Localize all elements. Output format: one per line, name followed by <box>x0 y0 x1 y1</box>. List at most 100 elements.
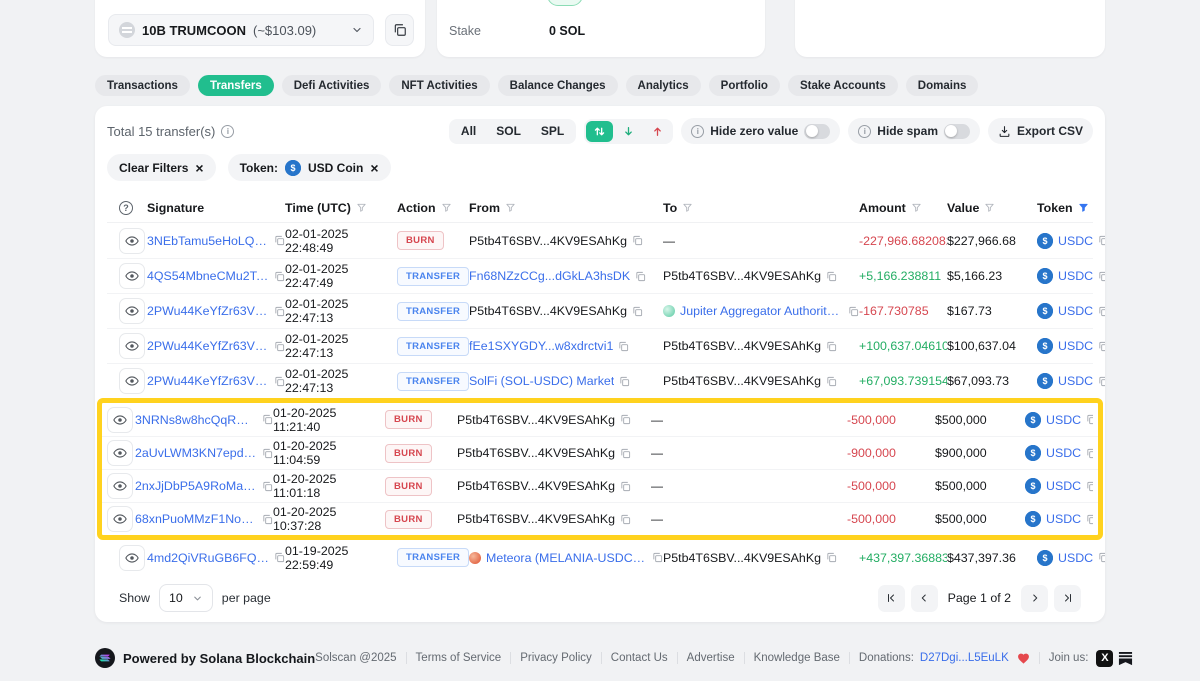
preview-button[interactable] <box>119 298 145 324</box>
copy-token-button[interactable] <box>385 14 414 46</box>
copy-icon[interactable] <box>620 481 631 492</box>
preview-button[interactable] <box>119 368 145 394</box>
copy-icon[interactable] <box>274 552 285 563</box>
to-address[interactable]: P5tb4T6SBV...4KV9ESAhKg <box>663 339 821 353</box>
copy-icon[interactable] <box>274 271 285 282</box>
substack-icon[interactable] <box>1118 651 1133 666</box>
copy-icon[interactable] <box>262 414 273 425</box>
copy-icon[interactable] <box>1086 448 1093 459</box>
filter-funnel-icon[interactable] <box>984 202 995 213</box>
token-filter-chip[interactable]: Token: $ USD Coin × <box>227 154 391 181</box>
tab-balance-changes[interactable]: Balance Changes <box>497 75 618 96</box>
tab-nft-activities[interactable]: NFT Activities <box>389 75 490 96</box>
footer-link-terms-of-service[interactable]: Terms of Service <box>416 652 502 664</box>
donations-address-link[interactable]: D27Dgi...L5EuLK <box>920 652 1009 664</box>
copy-icon[interactable] <box>620 414 631 425</box>
hide-zero-value-toggle[interactable]: i Hide zero value <box>681 118 841 144</box>
preview-button[interactable] <box>119 333 145 359</box>
to-address[interactable]: Jupiter Aggregator Authority 11 <box>680 304 843 318</box>
question-circle-icon[interactable]: ? <box>119 200 133 215</box>
from-address[interactable]: P5tb4T6SBV...4KV9ESAhKg <box>469 304 627 318</box>
copy-icon[interactable] <box>262 481 273 492</box>
column-header-time-utc[interactable]: Time (UTC) <box>285 201 397 215</box>
tab-transactions[interactable]: Transactions <box>95 75 190 96</box>
token-link[interactable]: USDC <box>1058 269 1093 283</box>
from-address[interactable]: P5tb4T6SBV...4KV9ESAhKg <box>457 512 615 526</box>
to-address[interactable]: P5tb4T6SBV...4KV9ESAhKg <box>663 551 821 565</box>
tab-domains[interactable]: Domains <box>905 75 979 96</box>
copy-icon[interactable] <box>1086 414 1093 425</box>
type-filter-spl[interactable]: SPL <box>531 119 574 144</box>
copy-icon[interactable] <box>1098 306 1105 317</box>
filter-funnel-icon[interactable] <box>505 202 516 213</box>
preview-button[interactable] <box>119 544 145 571</box>
preview-button[interactable] <box>107 406 133 433</box>
copy-icon[interactable] <box>274 306 285 317</box>
signature-link[interactable]: 2PWu44KeYfZr63V3... <box>147 339 269 353</box>
toggle-switch[interactable] <box>943 123 970 139</box>
copy-icon[interactable] <box>274 341 285 352</box>
signature-link[interactable]: 2PWu44KeYfZr63V3... <box>147 304 269 318</box>
token-link[interactable]: USDC <box>1046 479 1081 493</box>
signature-link[interactable]: 4md2QiVRuGB6FQhf... <box>147 551 269 565</box>
filter-funnel-icon[interactable] <box>1078 202 1089 213</box>
token-link[interactable]: USDC <box>1046 446 1081 460</box>
copy-icon[interactable] <box>635 271 646 282</box>
copy-icon[interactable] <box>619 376 630 387</box>
footer-link-privacy-policy[interactable]: Privacy Policy <box>520 652 592 664</box>
to-address[interactable]: P5tb4T6SBV...4KV9ESAhKg <box>663 374 821 388</box>
from-address[interactable]: P5tb4T6SBV...4KV9ESAhKg <box>457 479 615 493</box>
filter-funnel-icon[interactable] <box>441 202 452 213</box>
clear-filters-chip[interactable]: Clear Filters × <box>107 154 216 181</box>
from-address[interactable]: Fn68NZzCCg...dGkLA3hsDK <box>469 269 630 283</box>
footer-link-contact-us[interactable]: Contact Us <box>611 652 668 664</box>
tab-stake-accounts[interactable]: Stake Accounts <box>787 75 898 96</box>
next-page-button[interactable] <box>1021 584 1048 612</box>
preview-button[interactable] <box>107 473 133 499</box>
signature-link[interactable]: 3NEbTamu5eHoLQC... <box>147 234 269 248</box>
signature-link[interactable]: 3NRNs8w8hcQqRGH... <box>135 413 257 427</box>
preview-button[interactable] <box>119 263 145 289</box>
close-icon[interactable]: × <box>370 161 378 175</box>
token-link[interactable]: USDC <box>1046 413 1081 427</box>
copy-icon[interactable] <box>826 376 837 387</box>
column-header-value[interactable]: Value <box>947 201 1037 215</box>
copy-icon[interactable] <box>652 552 663 563</box>
token-link[interactable]: USDC <box>1046 512 1081 526</box>
copy-icon[interactable] <box>262 514 273 525</box>
copy-icon[interactable] <box>826 552 837 563</box>
type-filter-sol[interactable]: SOL <box>486 119 531 144</box>
copy-icon[interactable] <box>620 448 631 459</box>
tab-defi-activities[interactable]: Defi Activities <box>281 75 382 96</box>
signature-link[interactable]: 2aUvLWM3KN7epdS... <box>135 446 257 460</box>
token-link[interactable]: USDC <box>1058 234 1093 248</box>
tab-analytics[interactable]: Analytics <box>625 75 701 96</box>
first-page-button[interactable] <box>877 584 905 612</box>
x-twitter-icon[interactable]: X <box>1096 649 1114 667</box>
signature-link[interactable]: 2nxJjDbP5A9RoMaN... <box>135 479 257 493</box>
toggle-switch[interactable] <box>804 123 831 139</box>
copy-icon[interactable] <box>1098 271 1105 282</box>
column-header-token[interactable]: Token <box>1037 201 1105 215</box>
sort-in-button[interactable] <box>615 121 642 142</box>
token-link[interactable]: USDC <box>1058 374 1093 388</box>
copy-icon[interactable] <box>632 235 643 246</box>
signature-link[interactable]: 68xnPuoMMzF1Nos... <box>135 512 257 526</box>
signature-link[interactable]: 2PWu44KeYfZr63V3... <box>147 374 269 388</box>
footer-link-solscan-2025[interactable]: Solscan @2025 <box>315 652 396 664</box>
column-header-signature[interactable]: Signature <box>147 201 285 215</box>
column-header-amount[interactable]: Amount <box>859 201 947 215</box>
filter-funnel-icon[interactable] <box>356 202 367 213</box>
info-icon[interactable]: i <box>221 124 235 138</box>
copy-icon[interactable] <box>1098 552 1105 563</box>
column-header-from[interactable]: From <box>469 201 663 215</box>
copy-icon[interactable] <box>1098 341 1105 352</box>
close-icon[interactable]: × <box>195 161 203 175</box>
last-page-button[interactable] <box>1054 584 1081 612</box>
from-address[interactable]: SolFi (SOL-USDC) Market <box>469 374 614 388</box>
from-address[interactable]: fEe1SXYGDY...w8xdrctvi1 <box>469 339 613 353</box>
preview-button[interactable] <box>107 506 133 532</box>
tab-transfers[interactable]: Transfers <box>197 75 274 96</box>
column-header-to[interactable]: To <box>663 201 859 215</box>
type-filter-all[interactable]: All <box>451 119 486 144</box>
